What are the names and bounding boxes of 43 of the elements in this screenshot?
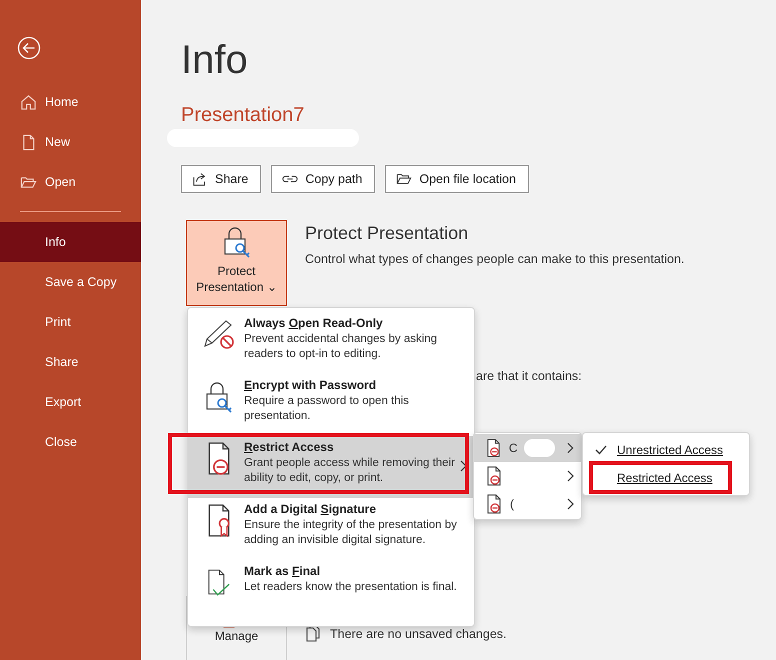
status-text: There are no unsaved changes. <box>330 627 507 641</box>
protect-presentation-button[interactable]: Protect Presentation ⌄ <box>186 220 287 306</box>
section-title: Protect Presentation <box>305 223 470 244</box>
menu-item[interactable]: Add a Digital Signature Ensure the integrity of the presentation by adding an invisible digital signature. <box>188 498 474 560</box>
sidebar-item[interactable]: New <box>0 122 141 162</box>
document-ribbon-icon <box>208 504 230 537</box>
menu-item[interactable]: Encrypt with Password Require a password to open this presentation. <box>188 374 474 436</box>
redaction-mark <box>524 439 556 457</box>
share-icon <box>192 171 208 187</box>
menu-item[interactable]: Unrestricted Access <box>583 436 749 464</box>
action-button[interactable]: Open file location <box>385 165 529 193</box>
back-icon[interactable] <box>17 36 41 60</box>
documents-icon <box>304 625 320 643</box>
section-description: are that it contains: <box>476 369 582 383</box>
menu-item[interactable]: Always Open Read-Only Prevent accidental changes by asking readers to opt-in to editing. <box>188 312 474 374</box>
menu-item[interactable]: ( <box>474 490 581 518</box>
menu-item[interactable]: Restrict Access Grant people access while removing their ability to edit, copy, or print. <box>188 436 474 498</box>
page-title: Info <box>181 38 249 82</box>
document-icon <box>20 134 37 150</box>
action-button[interactable]: Copy path <box>271 165 376 193</box>
chevron-right-icon <box>567 442 575 454</box>
chevron-right-icon <box>567 470 575 482</box>
menu-item-label: ( <box>510 497 514 511</box>
sidebar-item[interactable]: Info <box>0 222 141 262</box>
menu-item-label: C <box>508 441 518 455</box>
home-icon <box>20 94 37 110</box>
sidebar-item[interactable]: Close <box>0 422 141 462</box>
document-restricted-icon <box>208 442 230 475</box>
document-name: Presentation7 <box>181 104 306 127</box>
action-button[interactable]: Share <box>181 165 262 193</box>
sidebar-item[interactable]: Home <box>0 82 141 122</box>
menu-item[interactable]: C <box>474 434 581 462</box>
chevron-right-icon <box>567 498 575 510</box>
menu-item[interactable]: Restricted Access <box>583 464 749 492</box>
section-description: Control what types of changes people can make to this presentation. <box>305 252 684 266</box>
sidebar-item[interactable]: Share <box>0 342 141 382</box>
sidebar-item[interactable]: Open <box>0 162 141 202</box>
folder-icon <box>396 171 412 187</box>
sidebar-item[interactable]: Save a Copy <box>0 262 141 302</box>
chevron-right-icon <box>460 460 468 472</box>
sidebar-item[interactable]: Export <box>0 382 141 422</box>
sidebar-item[interactable]: Print <box>0 302 141 342</box>
pencil-prohibited-icon <box>202 318 236 352</box>
